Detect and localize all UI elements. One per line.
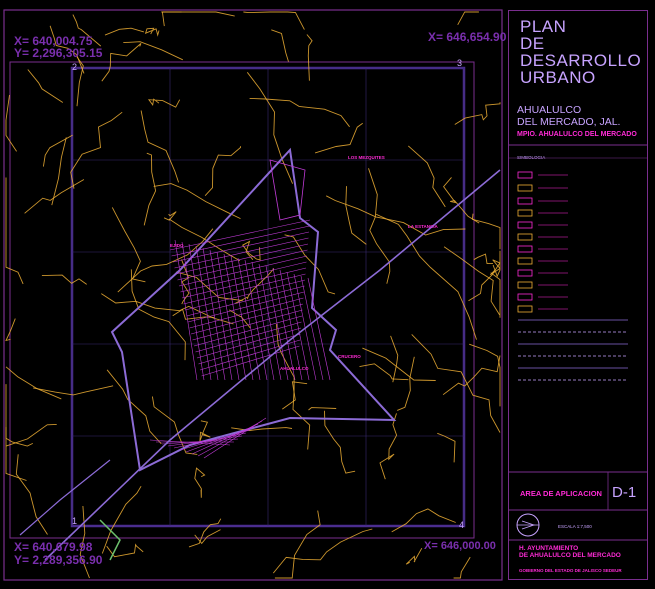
authority-label: H. AYUNTAMIENTO DE AHUALULCO DEL MERCADO bbox=[519, 545, 621, 559]
map-label-ejido: EJIDO bbox=[170, 243, 184, 248]
plan-name: AREA DE APLICACION bbox=[520, 489, 602, 498]
application-area-boundary bbox=[110, 147, 397, 472]
highway-branch bbox=[19, 459, 111, 536]
coord-bottom-right: X= 646,000.00 bbox=[424, 540, 496, 552]
map-label-crucero: CRUCERO bbox=[338, 354, 361, 359]
map-label-la-estancia: LA ESTANCIA bbox=[408, 224, 438, 229]
grid-number-2: 2 bbox=[72, 62, 78, 72]
government-label: GOBIERNO DEL ESTADO DE JALISCO SEDEUR bbox=[519, 568, 622, 573]
grid-number-1: 1 bbox=[72, 516, 78, 526]
coord-top-left-y: Y= 2,296,305.15 bbox=[14, 46, 103, 60]
legend-symbols bbox=[517, 171, 628, 381]
coord-bottom-left-x: X= 640,679.98 bbox=[14, 540, 93, 554]
grid-number-3: 3 bbox=[457, 58, 463, 68]
outer-frame bbox=[3, 9, 503, 581]
map-label-ahualulco: AHUALULCO bbox=[280, 366, 309, 371]
plan-code: D-1 bbox=[612, 484, 637, 501]
road-network bbox=[5, 11, 501, 579]
map-sheet: X= 640,004.75 Y= 2,296,305.15 X= 646,654… bbox=[0, 0, 655, 589]
scale-label: ESCALA 1:7,500 bbox=[558, 524, 592, 529]
coord-bottom-left-y: Y= 2,289,356.90 bbox=[14, 553, 103, 567]
coord-top-right: X= 646,654.90 bbox=[428, 30, 507, 44]
grid-number-4: 4 bbox=[459, 520, 465, 530]
map-label-los-mezquites: LOS MEZQUITES bbox=[348, 155, 385, 160]
coordinate-grid bbox=[71, 67, 465, 526]
